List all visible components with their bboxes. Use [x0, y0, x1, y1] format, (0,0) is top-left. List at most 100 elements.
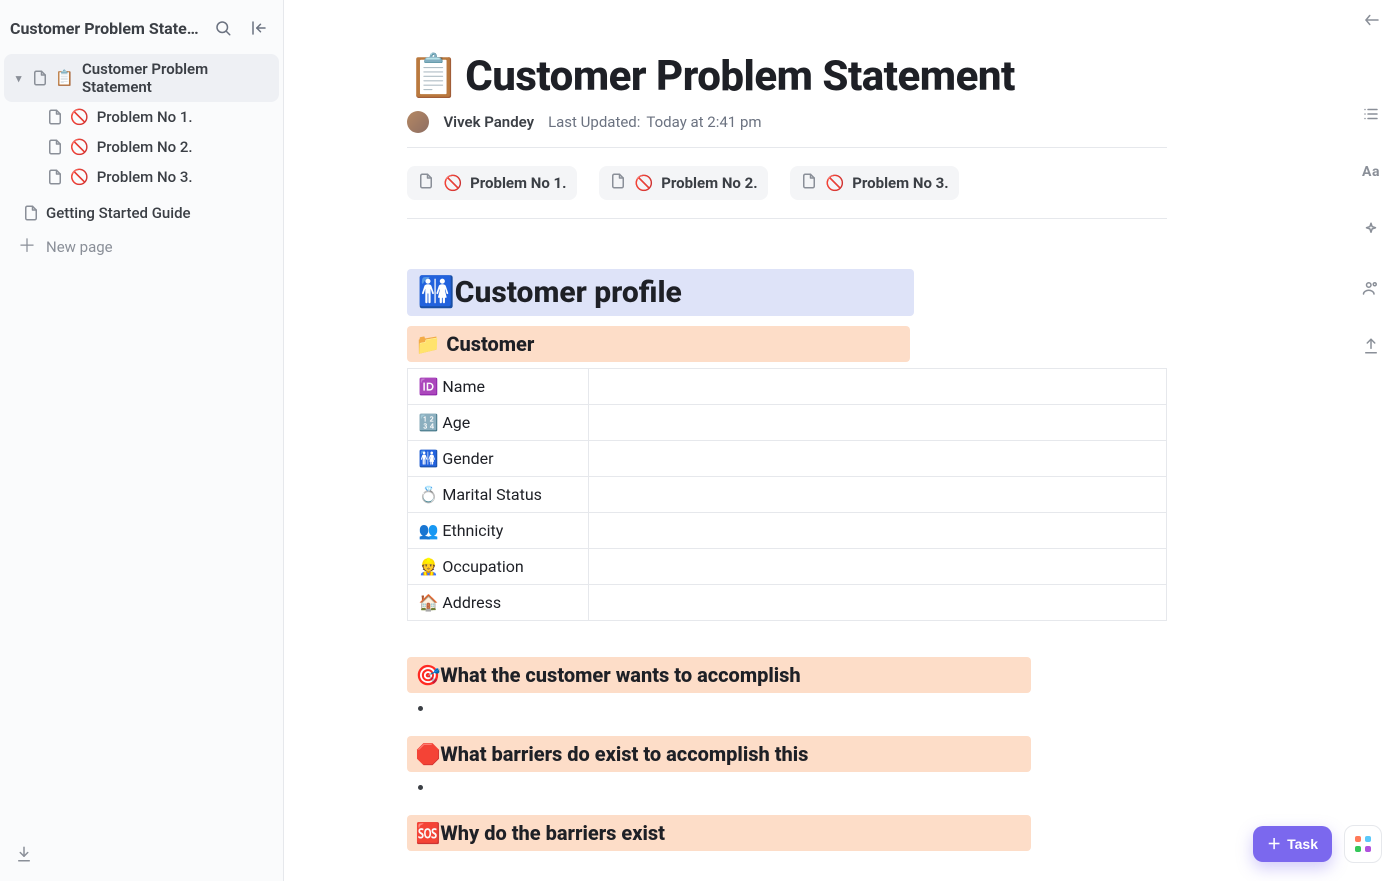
chip-emoji: 🚫 — [826, 174, 845, 192]
doc-icon — [46, 138, 64, 156]
page-tree: ▾ 📋 Customer Problem Statement 🚫 Problem… — [0, 50, 283, 266]
tree-item[interactable]: 🚫 Problem No 1. — [4, 102, 279, 132]
subpage-chip[interactable]: 🚫 Problem No 1. — [407, 166, 576, 200]
table-row: 🔢Age — [408, 405, 1167, 441]
row-emoji: 🚻 — [418, 449, 438, 468]
tree-item-label: Problem No 3. — [97, 168, 193, 186]
bullet-list[interactable] — [435, 699, 1167, 718]
row-value[interactable] — [589, 585, 1167, 621]
h3-text: Customer — [446, 332, 534, 356]
h3-emoji: 🛑 — [415, 742, 440, 766]
subsection-why: 🆘Why do the barriers exist — [407, 815, 1031, 851]
chip-emoji: 🚫 — [443, 174, 462, 192]
page-emoji: 🚫 — [70, 108, 89, 126]
doc-icon — [31, 69, 49, 87]
bullet-list[interactable] — [435, 778, 1167, 797]
sidebar-footer — [0, 828, 283, 881]
people-button[interactable] — [1357, 274, 1385, 302]
page-title: 📋 Customer Problem Statement — [407, 52, 1167, 101]
row-emoji: 💍 — [418, 485, 438, 504]
chip-label: Problem No 3. — [852, 174, 948, 192]
doc-icon — [22, 204, 40, 222]
chip-label: Problem No 2. — [661, 174, 757, 192]
task-label: Task — [1287, 836, 1318, 852]
sidebar: Customer Problem Statement ▾ 📋 Customer … — [0, 0, 284, 881]
row-value[interactable] — [589, 477, 1167, 513]
export-button[interactable] — [1357, 332, 1385, 360]
sidebar-header: Customer Problem Statement — [0, 0, 283, 50]
list-item[interactable] — [435, 778, 1167, 797]
list-item[interactable] — [435, 699, 1167, 718]
subpage-chip[interactable]: 🚫 Problem No 2. — [599, 166, 768, 200]
expand-icon — [1363, 11, 1381, 29]
h3-emoji: 📁 — [415, 332, 440, 356]
tree-children: 🚫 Problem No 1. 🚫 Problem No 2. 🚫 Proble… — [4, 102, 279, 192]
new-page-button[interactable]: ＋ New page — [4, 228, 279, 266]
tree-root-row[interactable]: ▾ 📋 Customer Problem Statement — [4, 54, 279, 102]
byline: Vivek Pandey Last Updated: Today at 2:41… — [407, 111, 1167, 133]
h3-text: What barriers do exist to accomplish thi… — [440, 742, 808, 766]
row-value[interactable] — [589, 513, 1167, 549]
page-emoji: 🚫 — [70, 138, 89, 156]
page-emoji: 🚫 — [70, 168, 89, 186]
row-label-text: Address — [442, 593, 501, 612]
subpage-chip[interactable]: 🚫 Problem No 3. — [790, 166, 959, 200]
row-label: 🚻Gender — [408, 441, 589, 477]
page-emoji: 📋 — [55, 69, 74, 87]
row-value[interactable] — [589, 405, 1167, 441]
doc-icon — [46, 168, 64, 186]
table-row: 🚻Gender — [408, 441, 1167, 477]
collapse-sidebar-button[interactable] — [245, 14, 273, 42]
row-label: 👥Ethnicity — [408, 513, 589, 549]
subsection-customer: 📁 Customer — [407, 326, 909, 362]
tree-item[interactable]: 🚫 Problem No 3. — [4, 162, 279, 192]
row-value[interactable] — [589, 549, 1167, 585]
caret-down-icon[interactable]: ▾ — [12, 72, 25, 85]
apps-button[interactable] — [1344, 825, 1382, 863]
search-icon — [214, 19, 232, 37]
new-task-button[interactable]: ＋ Task — [1253, 826, 1332, 862]
workspace-title: Customer Problem Statement — [10, 19, 201, 38]
h3-emoji: 🆘 — [415, 821, 440, 845]
row-label-text: Marital Status — [442, 485, 542, 504]
tree-item[interactable]: 🚫 Problem No 2. — [4, 132, 279, 162]
table-row: 💍Marital Status — [408, 477, 1167, 513]
people-icon — [1362, 279, 1380, 297]
typography-button[interactable]: Aa — [1357, 158, 1385, 186]
h3-text: What the customer wants to accomplish — [440, 663, 800, 687]
row-value[interactable] — [589, 441, 1167, 477]
bottom-actions: ＋ Task — [1253, 825, 1382, 863]
h2-text: Customer profile — [455, 275, 682, 310]
download-icon — [15, 845, 33, 863]
import-button[interactable] — [12, 842, 36, 866]
h3-emoji: 🎯 — [415, 663, 440, 687]
tree-item[interactable]: Getting Started Guide — [4, 198, 279, 228]
table-row: 👥Ethnicity — [408, 513, 1167, 549]
author-avatar — [407, 111, 429, 133]
subsection-barriers: 🛑What barriers do exist to accomplish th… — [407, 736, 1031, 772]
chip-label: Problem No 1. — [470, 174, 566, 192]
row-label: 💍Marital Status — [408, 477, 589, 513]
apps-icon — [1355, 836, 1371, 852]
outline-button[interactable] — [1357, 100, 1385, 128]
ai-button[interactable] — [1357, 216, 1385, 244]
doc-icon — [800, 172, 818, 194]
section-customer-profile: 🚻Customer profile — [407, 269, 913, 316]
row-label-text: Ethnicity — [442, 521, 503, 540]
row-emoji: 👥 — [418, 521, 438, 540]
h2-emoji: 🚻 — [417, 275, 454, 310]
subsection-wants: 🎯What the customer wants to accomplish — [407, 657, 1031, 693]
sparkle-icon — [1362, 221, 1380, 239]
row-emoji: 🏠 — [418, 593, 438, 612]
expand-button[interactable] — [1358, 6, 1386, 34]
app-root: Customer Problem Statement ▾ 📋 Customer … — [0, 0, 1400, 881]
row-label: 👷Occupation — [408, 549, 589, 585]
doc-icon — [609, 172, 627, 194]
search-button[interactable] — [209, 14, 237, 42]
plus-icon: ＋ — [18, 238, 36, 256]
title-text: Customer Problem Statement — [465, 52, 1015, 101]
row-value[interactable] — [589, 369, 1167, 405]
table-row: 🆔Name — [408, 369, 1167, 405]
row-emoji: 🔢 — [418, 413, 438, 432]
tree-root-label: Customer Problem Statement — [82, 60, 271, 96]
